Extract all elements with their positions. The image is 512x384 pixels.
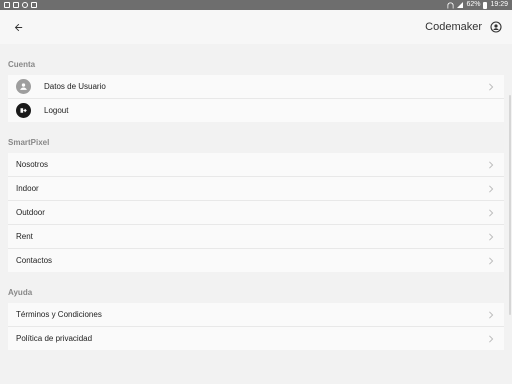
settings-content: Cuenta Datos de Usuario Logout SmartPixe… (0, 44, 512, 350)
menu-item-contactos[interactable]: Contactos (8, 249, 504, 272)
section-title-cuenta: Cuenta (8, 60, 36, 69)
menu-item-logout[interactable]: Logout (8, 99, 504, 122)
app-bar-right: Codemaker (425, 19, 504, 35)
menu-item-indoor[interactable]: Indoor (8, 177, 504, 201)
section-title-ayuda: Ayuda (8, 288, 33, 297)
user-avatar-icon (16, 79, 31, 94)
section-cuenta: Datos de Usuario Logout (8, 75, 504, 122)
section-smartpixel: Nosotros Indoor Outdoor Rent Contactos (8, 153, 504, 272)
status-bar-left-icons (4, 2, 37, 8)
section-title-smartpixel: SmartPixel (8, 138, 50, 147)
menu-item-nosotros[interactable]: Nosotros (8, 153, 504, 177)
battery-percent: 62% (466, 1, 481, 8)
clock: 19:29 (490, 1, 508, 8)
menu-item-privacidad[interactable]: Política de privacidad (8, 327, 504, 350)
settings-notification-icon (22, 2, 28, 8)
menu-item-label: Datos de Usuario (44, 82, 106, 91)
download-notification-icon (13, 2, 19, 8)
back-button[interactable] (8, 17, 28, 37)
menu-item-label: Nosotros (16, 160, 49, 169)
menu-item-label: Rent (16, 232, 33, 241)
status-bar: 62% 19:29 (0, 0, 512, 10)
menu-item-label: Términos y Condiciones (16, 310, 102, 319)
battery-icon (483, 1, 488, 9)
gallery-notification-icon (4, 2, 10, 8)
chevron-right-icon (486, 208, 496, 217)
chevron-right-icon (486, 256, 496, 265)
chevron-right-icon (486, 82, 496, 91)
section-ayuda: Términos y Condiciones Política de priva… (8, 303, 504, 350)
chevron-right-icon (486, 334, 496, 343)
wifi-icon (447, 1, 455, 9)
signal-icon (457, 2, 464, 8)
menu-item-datos-de-usuario[interactable]: Datos de Usuario (8, 75, 504, 99)
logout-icon (16, 103, 31, 118)
menu-item-label: Outdoor (16, 208, 45, 217)
status-bar-right: 62% 19:29 (447, 0, 508, 10)
chevron-right-icon (486, 310, 496, 319)
menu-item-label: Indoor (16, 184, 39, 193)
scrollbar[interactable] (509, 95, 511, 315)
menu-item-outdoor[interactable]: Outdoor (8, 201, 504, 225)
account-circle-icon (490, 21, 502, 33)
chevron-right-icon (486, 184, 496, 193)
app-title: Codemaker (425, 21, 482, 33)
chevron-right-icon (486, 232, 496, 241)
menu-item-label: Logout (44, 106, 69, 115)
menu-item-terminos[interactable]: Términos y Condiciones (8, 303, 504, 327)
menu-item-rent[interactable]: Rent (8, 225, 504, 249)
arrow-back-icon (14, 23, 22, 31)
app-bar: Codemaker (0, 10, 512, 44)
menu-item-label: Contactos (16, 256, 53, 265)
app-notification-icon (31, 2, 37, 8)
account-button[interactable] (488, 19, 504, 35)
chevron-right-icon (486, 160, 496, 169)
menu-item-label: Política de privacidad (16, 334, 93, 343)
